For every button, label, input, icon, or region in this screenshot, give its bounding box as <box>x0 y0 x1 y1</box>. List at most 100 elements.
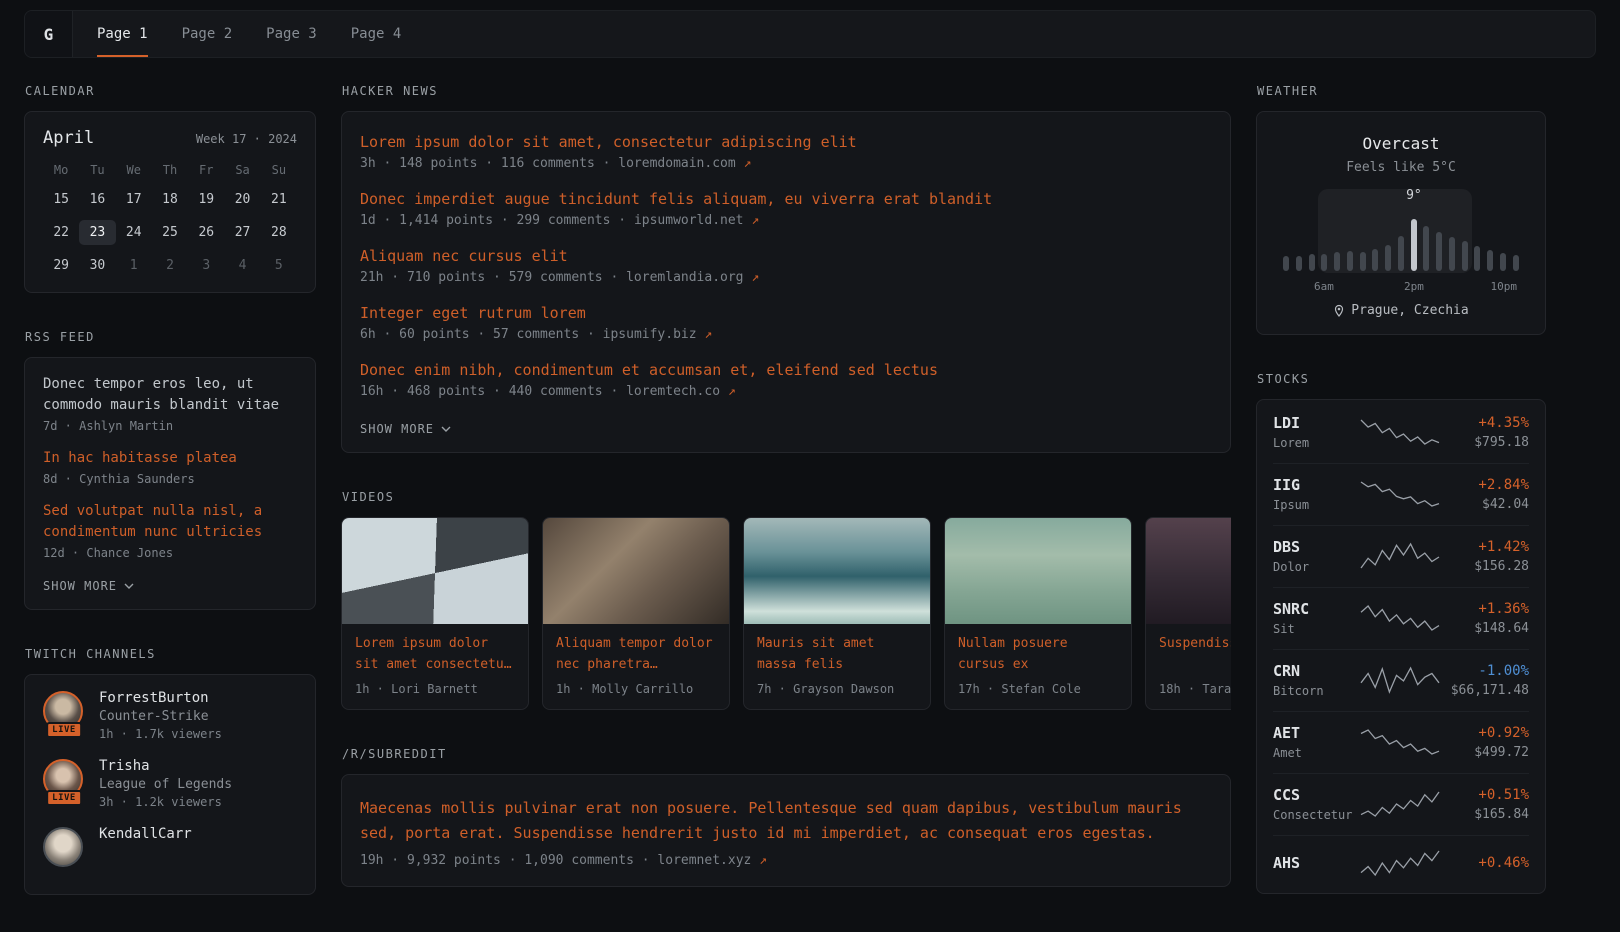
tab-page-1[interactable]: Page 1 <box>97 11 148 57</box>
stock-row[interactable]: SNRC Sit +1.36% $148.64 <box>1273 587 1529 649</box>
rss-item-title[interactable]: Sed volutpat nulla nisl, a condimentum n… <box>43 501 297 543</box>
calendar-day[interactable]: 22 <box>43 220 79 245</box>
stock-values: +1.42% $156.28 <box>1442 539 1529 574</box>
stock-row[interactable]: CRN Bitcorn -1.00% $66,171.48 <box>1273 649 1529 711</box>
stock-row[interactable]: AHS +0.46% <box>1273 835 1529 891</box>
twitch-channel-name[interactable]: ForrestBurton <box>99 690 222 706</box>
tab-page-3[interactable]: Page 3 <box>266 11 317 57</box>
tab-page-2[interactable]: Page 2 <box>182 11 233 57</box>
video-title[interactable]: Lorem ipsum dolor sit amet consectetu… <box>355 634 515 676</box>
rss-item-title[interactable]: Donec tempor eros leo, ut commodo mauris… <box>43 374 297 416</box>
stock-spark-wrap <box>1358 541 1442 571</box>
video-title[interactable]: Mauris sit amet massa felis <box>757 634 917 676</box>
hn-item-title[interactable]: Integer eget rutrum lorem <box>360 304 1212 322</box>
rss-item-title[interactable]: In hac habitasse platea <box>43 448 297 469</box>
calendar-day[interactable]: 29 <box>43 253 79 278</box>
stock-values: +1.36% $148.64 <box>1442 601 1529 636</box>
hn-item-title[interactable]: Aliquam nec cursus elit <box>360 247 1212 265</box>
video-thumbnail[interactable] <box>1146 518 1231 624</box>
calendar-day[interactable]: 3 <box>188 253 224 278</box>
calendar-day[interactable]: 27 <box>224 220 260 245</box>
stock-identity: SNRC Sit <box>1273 600 1358 636</box>
video-title[interactable]: Suspendisse diam <box>1159 634 1231 676</box>
hackernews-show-more-button[interactable]: SHOW MORE <box>360 422 451 436</box>
hn-item-domain[interactable]: ipsumworld.net <box>634 213 744 228</box>
calendar-day[interactable]: 16 <box>79 187 115 212</box>
stock-values: +0.92% $499.72 <box>1442 725 1529 760</box>
calendar-day[interactable]: 21 <box>261 187 297 212</box>
video-card[interactable]: Aliquam tempor dolor nec pharetra… 1h · … <box>542 517 730 710</box>
hn-item-title[interactable]: Donec enim nibh, condimentum et accumsan… <box>360 361 1212 379</box>
left-column: CALENDAR April Week 17 · 2024 MoTuWeThFr… <box>24 84 316 932</box>
subreddit-post-domain[interactable]: loremnet.xyz <box>657 853 751 868</box>
stock-price: $148.64 <box>1442 621 1529 636</box>
stock-name: Ipsum <box>1273 498 1358 512</box>
stock-change: +1.42% <box>1442 539 1529 555</box>
calendar-day-selected[interactable]: 23 <box>79 220 115 245</box>
calendar-day[interactable]: 17 <box>116 187 152 212</box>
video-thumbnail[interactable] <box>744 518 930 624</box>
hn-item-domain[interactable]: ipsumify.biz <box>603 327 697 342</box>
topbar: G Page 1 Page 2 Page 3 Page 4 <box>24 10 1596 58</box>
video-title[interactable]: Aliquam tempor dolor nec pharetra… <box>556 634 716 676</box>
video-card[interactable]: Suspendisse diam 18h · Tara <box>1145 517 1231 710</box>
hackernews-section-title: HACKER NEWS <box>342 84 1231 98</box>
app-logo[interactable]: G <box>25 11 73 57</box>
twitch-channel[interactable]: LIVE Trisha League of Legends 3h · 1.2k … <box>43 758 297 809</box>
hn-item-title[interactable]: Donec imperdiet augue tincidunt felis al… <box>360 190 1212 208</box>
stock-row[interactable]: IIG Ipsum +2.84% $42.04 <box>1273 463 1529 525</box>
tab-page-4[interactable]: Page 4 <box>351 11 402 57</box>
subreddit-post-title[interactable]: Maecenas mollis pulvinar erat non posuer… <box>360 796 1212 846</box>
video-card[interactable]: Nullam posuere cursus ex 17h · Stefan Co… <box>944 517 1132 710</box>
video-title[interactable]: Nullam posuere cursus ex <box>958 634 1118 676</box>
hackernews-widget: HACKER NEWS Lorem ipsum dolor sit amet, … <box>341 84 1231 453</box>
stock-name: Lorem <box>1273 436 1358 450</box>
twitch-channel-name[interactable]: KendallCarr <box>99 826 192 842</box>
video-thumbnail[interactable] <box>945 518 1131 624</box>
stock-price: $156.28 <box>1442 559 1529 574</box>
calendar-day[interactable]: 26 <box>188 220 224 245</box>
calendar-day[interactable]: 15 <box>43 187 79 212</box>
calendar-day[interactable]: 20 <box>224 187 260 212</box>
stock-row[interactable]: AET Amet +0.92% $499.72 <box>1273 711 1529 773</box>
stock-row[interactable]: DBS Dolor +1.42% $156.28 <box>1273 525 1529 587</box>
twitch-channel-name[interactable]: Trisha <box>99 758 232 774</box>
video-card[interactable]: Mauris sit amet massa felis 7h · Grayson… <box>743 517 931 710</box>
calendar-day[interactable]: 1 <box>116 253 152 278</box>
hn-item-domain[interactable]: loremlandia.org <box>626 270 743 285</box>
chevron-down-icon <box>441 426 451 432</box>
calendar-day[interactable]: 18 <box>152 187 188 212</box>
videos-row: Lorem ipsum dolor sit amet consectetu… 1… <box>341 517 1231 710</box>
stock-values: -1.00% $66,171.48 <box>1442 663 1529 698</box>
hn-item-domain[interactable]: loremtech.co <box>626 384 720 399</box>
hn-item-meta: 21h · 710 points · 579 comments · loreml… <box>360 270 1212 285</box>
video-thumbnail[interactable] <box>342 518 528 624</box>
weather-hour-bar <box>1321 254 1327 271</box>
calendar-day-header: Sa <box>224 163 260 179</box>
external-link-icon: ↗ <box>751 270 759 285</box>
video-card[interactable]: Lorem ipsum dolor sit amet consectetu… 1… <box>341 517 529 710</box>
calendar-day[interactable]: 5 <box>261 253 297 278</box>
calendar-day[interactable]: 19 <box>188 187 224 212</box>
hn-item: Lorem ipsum dolor sit amet, consectetur … <box>360 133 1212 171</box>
video-thumbnail[interactable] <box>543 518 729 624</box>
calendar-day[interactable]: 2 <box>152 253 188 278</box>
rss-show-more-button[interactable]: SHOW MORE <box>43 579 134 593</box>
calendar-day[interactable]: 25 <box>152 220 188 245</box>
stock-row[interactable]: LDI Lorem +4.35% $795.18 <box>1273 402 1529 463</box>
stock-row[interactable]: CCS Consectetur +0.51% $165.84 <box>1273 773 1529 835</box>
calendar-day[interactable]: 28 <box>261 220 297 245</box>
weather-hour-bar <box>1513 255 1519 271</box>
stock-sparkline <box>1358 665 1442 695</box>
calendar-day[interactable]: 24 <box>116 220 152 245</box>
stock-sparkline <box>1358 727 1442 757</box>
hn-item-title[interactable]: Lorem ipsum dolor sit amet, consectetur … <box>360 133 1212 151</box>
twitch-channel[interactable]: LIVE ForrestBurton Counter-Strike 1h · 1… <box>43 690 297 741</box>
weather-location: Prague, Czechia <box>1351 303 1468 318</box>
hackernews-list: Lorem ipsum dolor sit amet, consectetur … <box>360 133 1212 399</box>
stock-change: +4.35% <box>1442 415 1529 431</box>
calendar-day[interactable]: 4 <box>224 253 260 278</box>
twitch-channel[interactable]: KendallCarr <box>43 826 297 867</box>
hn-item-domain[interactable]: loremdomain.com <box>618 156 735 171</box>
calendar-day[interactable]: 30 <box>79 253 115 278</box>
